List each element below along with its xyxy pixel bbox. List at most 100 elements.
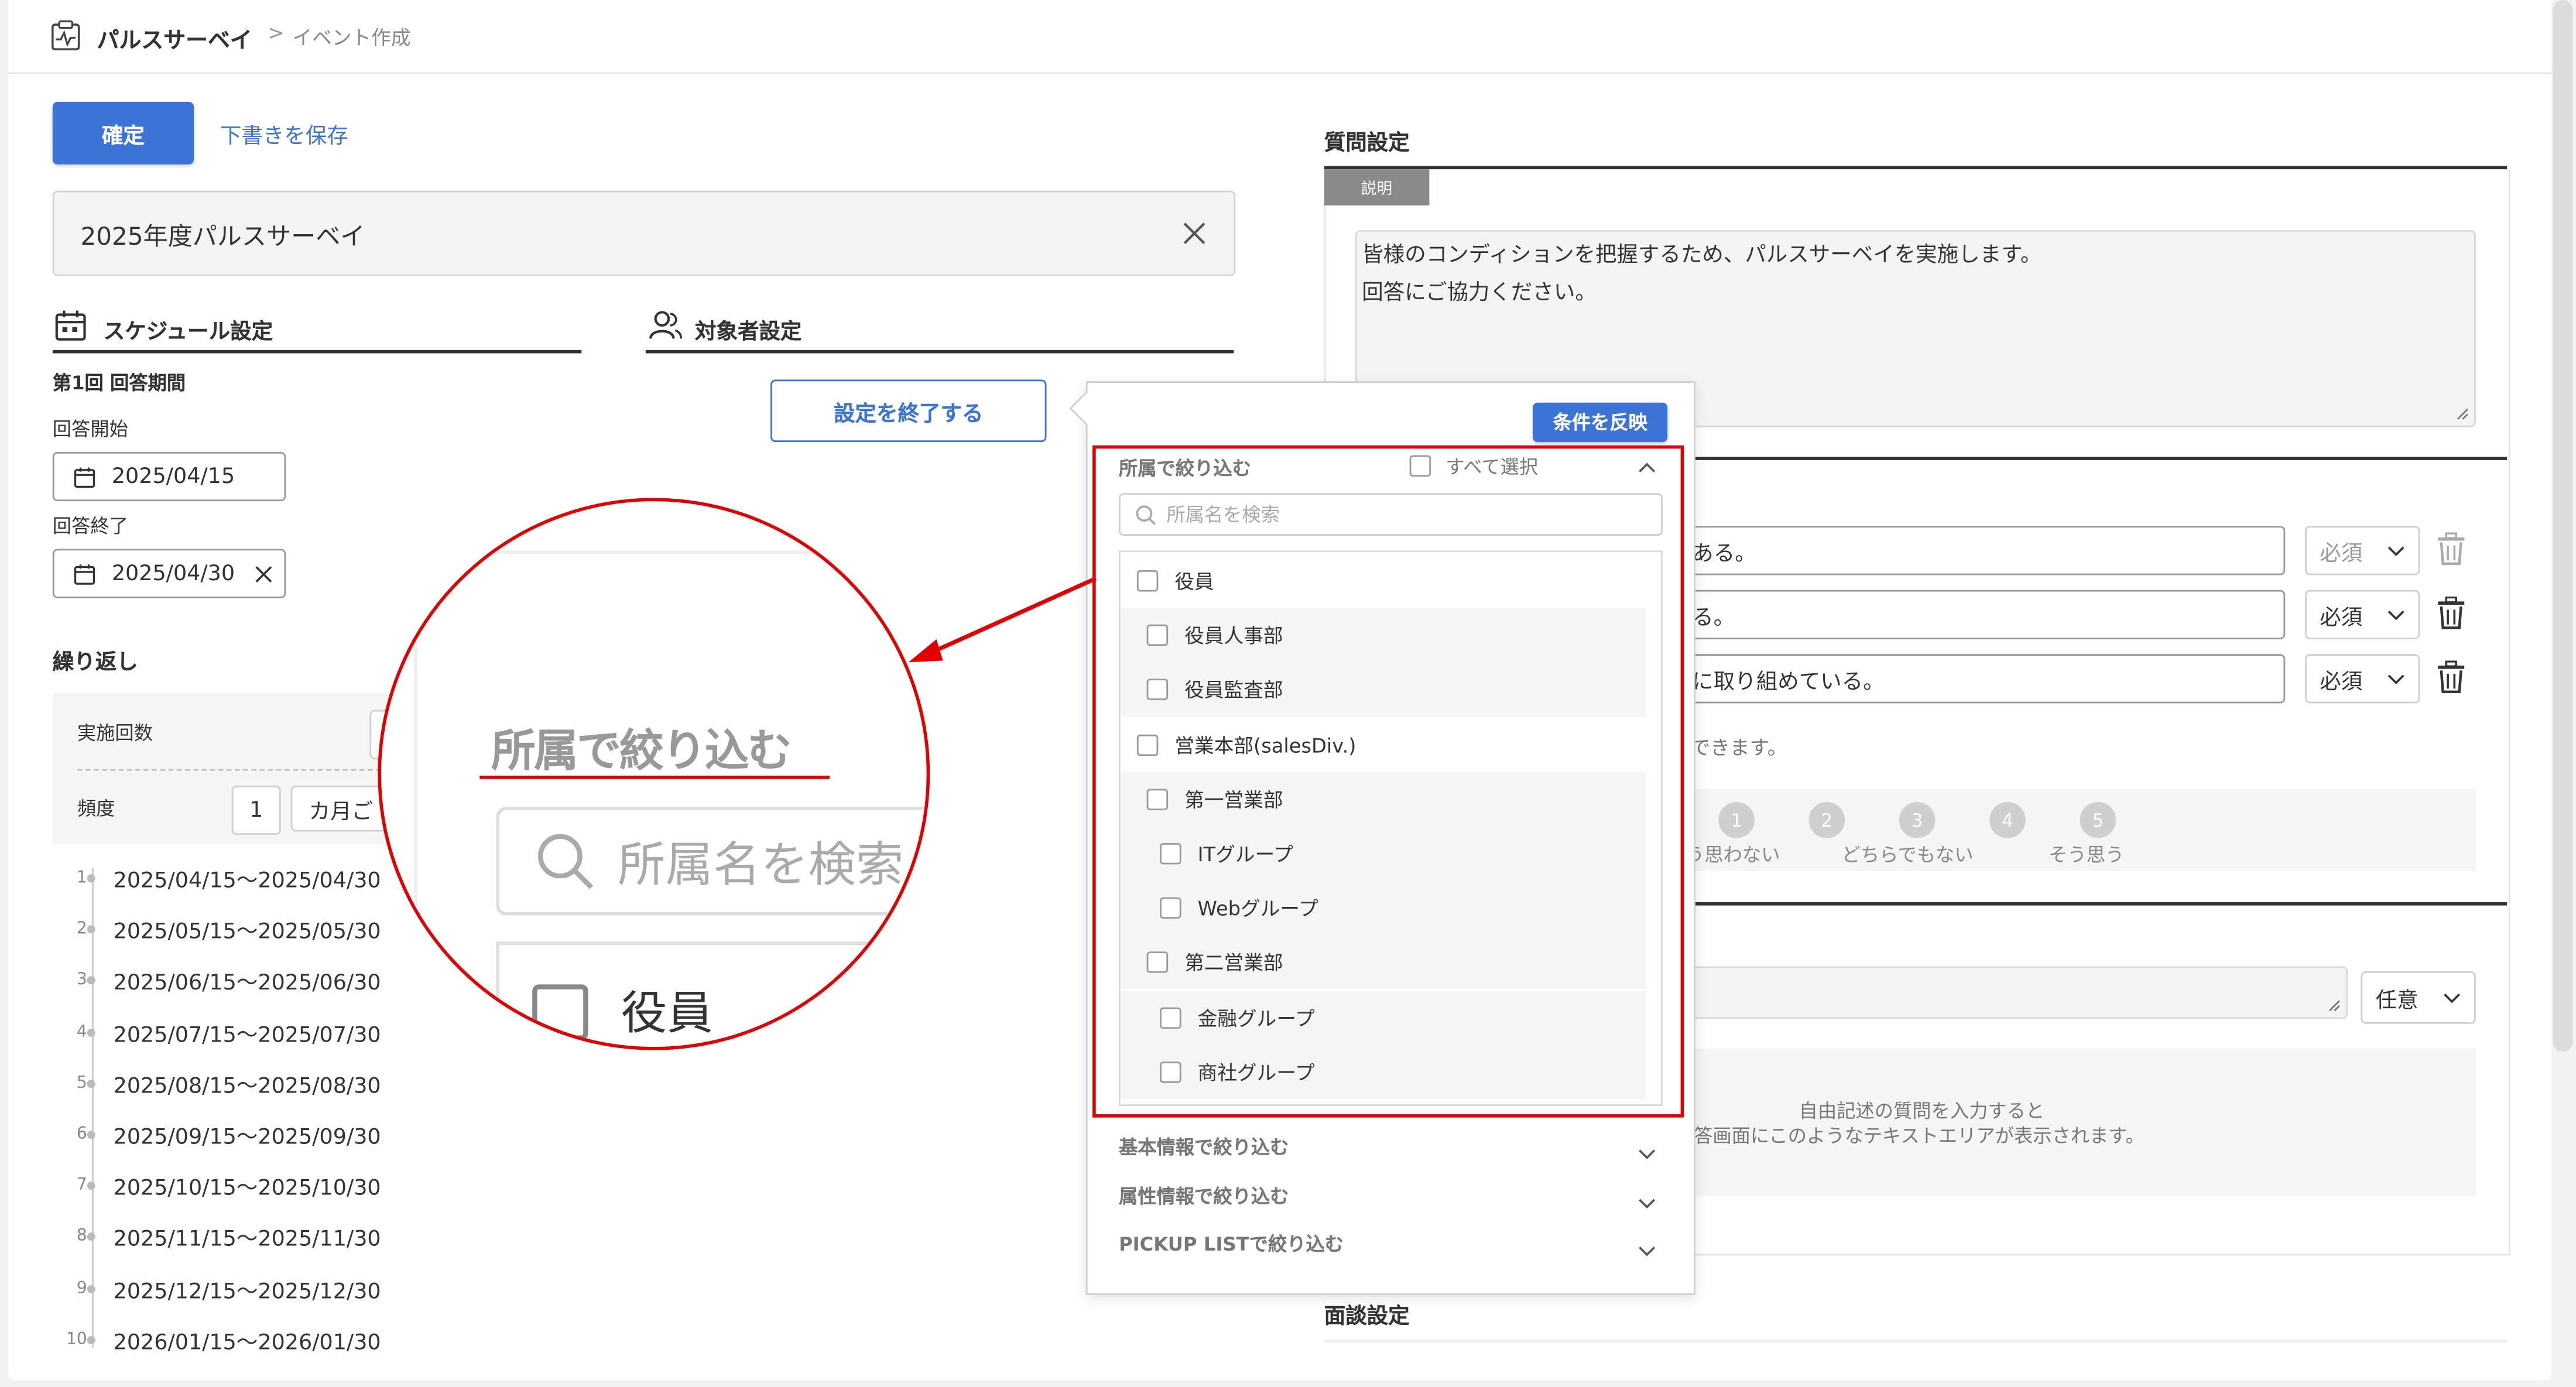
schedule-row-number: 5 — [76, 1074, 87, 1093]
free-hint-2: 答画面にこのようなテキストエリアが表示されます。 — [1694, 1124, 2145, 1148]
chevron-down-icon — [2387, 673, 2404, 684]
timeline-dot — [87, 1335, 95, 1344]
zoom-search-placeholder: 所属名を検索 — [618, 836, 904, 893]
freq-value-input[interactable]: 1 — [231, 785, 281, 835]
repeat-label: 繰り返し — [52, 650, 138, 676]
schedule-divider — [52, 350, 582, 354]
scale-point: 5 — [2080, 802, 2116, 838]
highlight-arrow-icon — [908, 576, 1097, 663]
schedule-row-number: 3 — [76, 971, 87, 990]
schedule-row-range: 2025/08/15～2025/08/30 — [113, 1074, 381, 1100]
question-text: る。 — [1692, 605, 1735, 631]
trash-icon[interactable] — [2436, 660, 2466, 698]
app-window: パルスサーベイ > イベント作成 確定 下書きを保存 2025年度パルスサーベイ… — [8, 0, 2551, 1381]
collapsed-filter-title[interactable]: PICKUP LISTで絞り込む — [1119, 1231, 1344, 1257]
page-scrollbar[interactable] — [2553, 0, 2573, 1052]
screen: パルスサーベイ > イベント作成 確定 下書きを保存 2025年度パルスサーベイ… — [0, 0, 2576, 1387]
required-select[interactable]: 必須 — [2304, 654, 2420, 704]
question-note: できます。 — [1690, 736, 1787, 759]
schedule-row-number: 10 — [66, 1331, 87, 1349]
zoom-item-label: 役員 — [621, 986, 713, 1040]
timeline-dot — [87, 1233, 95, 1242]
schedule-row-number: 9 — [76, 1279, 87, 1298]
required-value: 必須 — [2320, 669, 2363, 694]
end-setting-button[interactable]: 設定を終了する — [770, 379, 1047, 443]
schedule-row-range: 2025/07/15～2025/07/30 — [113, 1023, 381, 1048]
schedule-row-number: 1 — [76, 869, 87, 888]
zoom-callout: 所属で絞り込む 所属名を検索 役員 — [378, 498, 930, 1050]
schedule-row: 5 2025/08/15～2025/08/30 — [61, 1068, 381, 1099]
collapsed-filter-title[interactable]: 基本情報で絞り込む — [1119, 1134, 1289, 1160]
question-text: ある。 — [1692, 541, 1756, 566]
breadcrumb-page: イベント作成 — [292, 26, 411, 50]
required-select[interactable]: 必須 — [2304, 526, 2420, 576]
free-required-select[interactable]: 任意 — [2361, 971, 2476, 1024]
clear-icon[interactable] — [1183, 222, 1205, 245]
timeline-dot — [87, 874, 95, 883]
confirm-button[interactable]: 確定 — [52, 102, 194, 165]
breadcrumb-app[interactable]: パルスサーベイ — [97, 21, 252, 54]
zoom-underline — [479, 775, 830, 779]
description-line: 皆様のコンディションを把握するため、パルスサーベイを実施します。 — [1362, 243, 2042, 268]
schedule-row-number: 4 — [76, 1023, 87, 1042]
schedule-row-number: 7 — [76, 1177, 87, 1196]
schedule-row: 1 2025/04/15～2025/04/30 — [61, 863, 381, 894]
chevron-down-icon — [2387, 546, 2404, 556]
free-question-input[interactable] — [1684, 966, 2348, 1019]
scale-label: う思わない — [1686, 843, 1780, 867]
free-preview-area: 自由記述の質問を入力すると 答画面にこのようなテキストエリアが表示されます。 — [1684, 1048, 2476, 1197]
required-select[interactable]: 必須 — [2304, 590, 2420, 639]
timeline-dot — [87, 1028, 95, 1037]
required-value: 必須 — [2320, 541, 2363, 566]
zoom-edge — [414, 632, 417, 1044]
clear-date-icon[interactable] — [255, 564, 273, 583]
start-date-value: 2025/04/15 — [111, 464, 235, 489]
description-text: 皆様のコンディションを把握するため、パルスサーベイを実施します。 回答にご協力く… — [1362, 237, 2041, 312]
timeline-dot — [87, 1284, 95, 1293]
schedule-row-range: 2025/09/15～2025/09/30 — [113, 1125, 381, 1150]
timeline-dot — [87, 925, 95, 934]
collapsed-filter-title[interactable]: 属性情報で絞り込む — [1119, 1183, 1289, 1209]
zoom-search-icon — [537, 834, 594, 889]
target-divider — [645, 350, 1234, 354]
interview-title: 面談設定 — [1324, 1304, 1410, 1330]
schedule-title: スケジュール設定 — [103, 320, 273, 345]
end-date-input[interactable]: 2025/04/30 — [52, 549, 286, 598]
event-title-field[interactable]: 2025年度パルスサーベイ — [52, 190, 1236, 276]
chevron-down-icon[interactable] — [1638, 1191, 1656, 1214]
schedule-row: 2 2025/05/15～2025/05/30 — [61, 914, 381, 945]
free-required-value: 任意 — [2375, 988, 2419, 1013]
schedule-row: 9 2025/12/15～2025/12/30 — [61, 1273, 381, 1304]
question-input[interactable]: ある。 — [1667, 526, 2286, 576]
trash-icon[interactable] — [2436, 532, 2466, 570]
calendar-icon — [55, 310, 86, 341]
trash-icon[interactable] — [2436, 596, 2466, 635]
scale-point: 2 — [1808, 802, 1845, 838]
count-label: 実施回数 — [77, 721, 153, 745]
scale-label: そう思う — [2049, 843, 2125, 867]
question-input[interactable]: る。 — [1667, 590, 2286, 639]
period-label: 第1回 回答期間 — [52, 371, 186, 395]
chevron-down-icon — [2444, 992, 2461, 1002]
resize-handle-icon[interactable] — [2456, 407, 2469, 420]
chevron-down-icon[interactable] — [1638, 1142, 1656, 1165]
pulse-survey-icon — [51, 20, 80, 51]
start-date-input[interactable]: 2025/04/15 — [52, 451, 286, 502]
schedule-row-range: 2025/12/15～2025/12/30 — [113, 1279, 381, 1304]
question-input[interactable]: に取り組めている。 — [1667, 654, 2286, 704]
save-draft-link[interactable]: 下書きを保存 — [220, 118, 348, 149]
resize-handle-icon[interactable] — [2328, 999, 2341, 1012]
schedule-row-number: 2 — [76, 920, 87, 939]
end-label: 回答終了 — [52, 514, 128, 537]
freq-label: 頻度 — [77, 797, 115, 820]
chevron-down-icon[interactable] — [1638, 1239, 1656, 1262]
description-tab[interactable]: 説明 — [1324, 169, 1430, 206]
schedule-row-range: 2025/06/15～2025/06/30 — [113, 971, 381, 997]
header-bar: パルスサーベイ > イベント作成 — [8, 0, 2551, 74]
breadcrumb-separator-icon: > — [268, 21, 285, 44]
schedule-row: 3 2025/06/15～2025/06/30 — [61, 965, 381, 996]
scale-point: 1 — [1718, 802, 1755, 838]
zoom-title: 所属で絞り込む — [491, 726, 792, 778]
apply-conditions-button[interactable]: 条件を反映 — [1533, 402, 1668, 443]
highlight-frame — [1092, 445, 1684, 1118]
